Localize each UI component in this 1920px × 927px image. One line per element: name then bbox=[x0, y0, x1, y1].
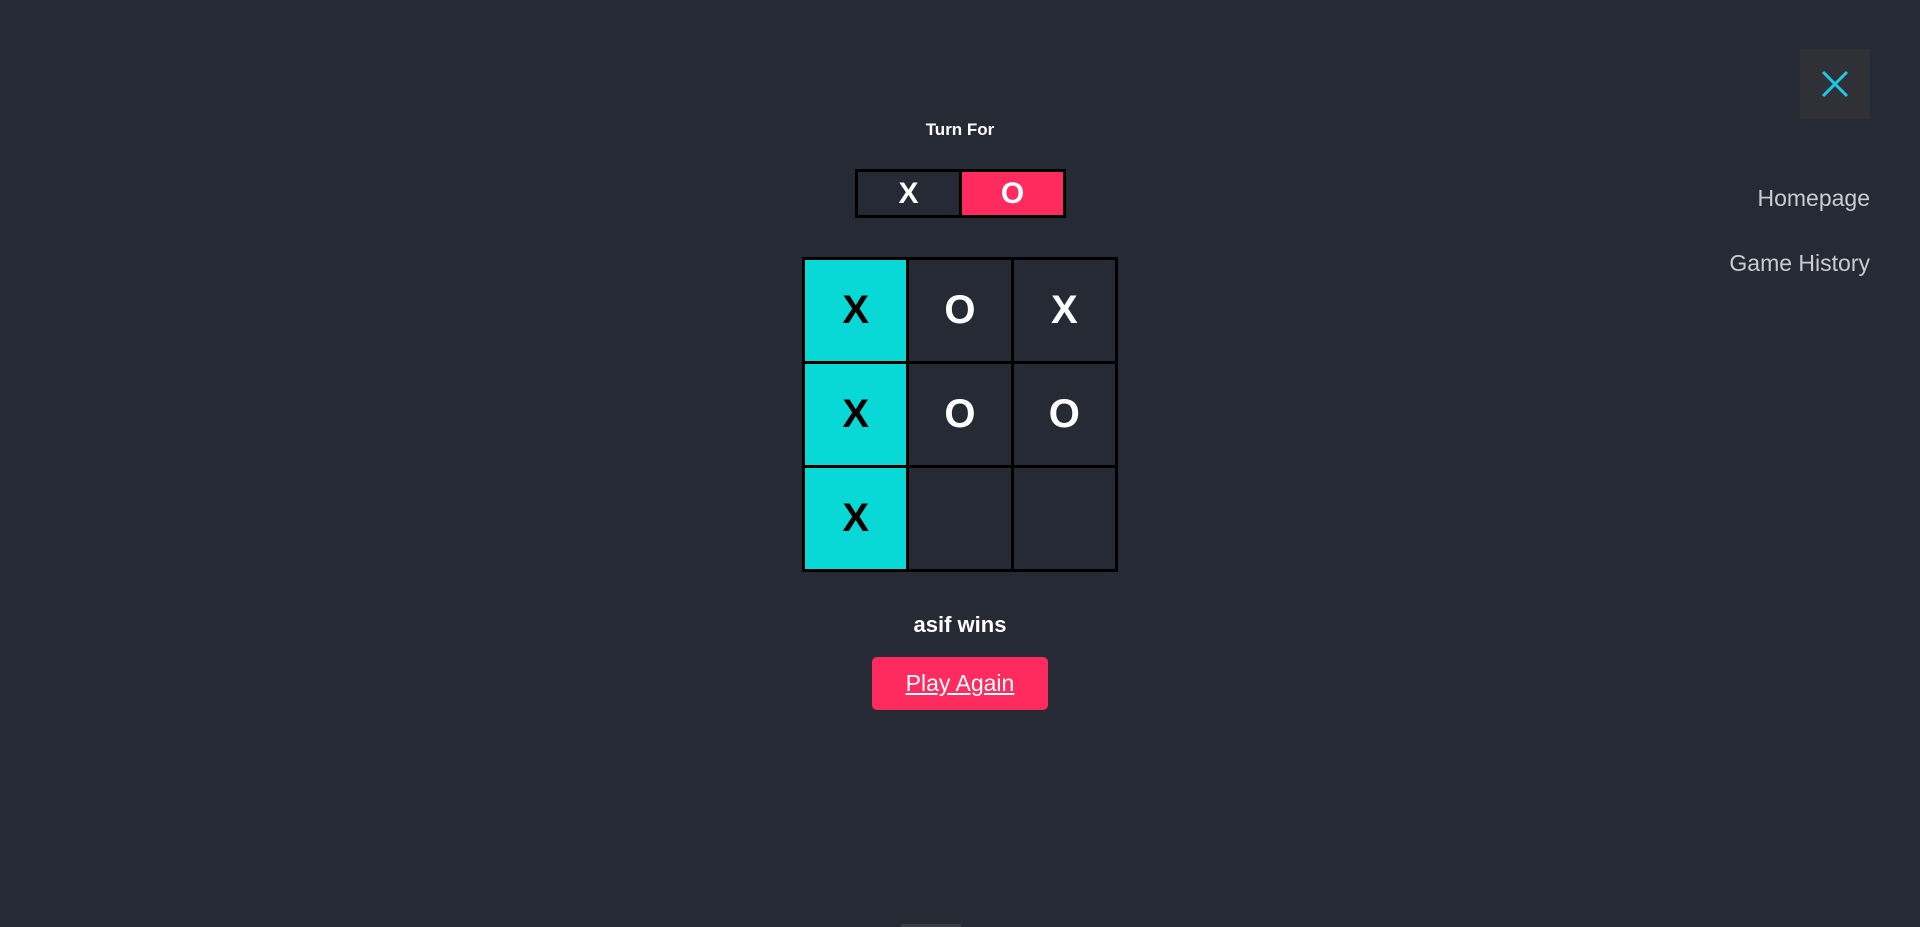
game-result: asif wins bbox=[913, 612, 1007, 637]
turn-indicator: X O bbox=[855, 169, 1066, 218]
nav-game-history-link[interactable]: Game History bbox=[1729, 249, 1870, 277]
turn-label: Turn For bbox=[925, 120, 995, 139]
board-cell-4[interactable]: X bbox=[805, 364, 907, 465]
turn-option-o: O bbox=[962, 172, 1063, 215]
board-cell-1[interactable]: X bbox=[805, 260, 907, 361]
play-again-button[interactable]: Play Again bbox=[872, 657, 1048, 710]
game-page: Homepage Game History Turn For X O X O X… bbox=[0, 0, 1920, 927]
turn-option-x: X bbox=[858, 172, 962, 215]
board-cell-8[interactable] bbox=[909, 468, 1011, 569]
board-cell-2[interactable]: O bbox=[909, 260, 1011, 361]
board-cell-6[interactable]: O bbox=[1013, 364, 1115, 465]
board-cell-7[interactable]: X bbox=[805, 468, 907, 569]
side-nav: Homepage Game History bbox=[1729, 184, 1870, 314]
nav-homepage-link[interactable]: Homepage bbox=[1757, 184, 1870, 212]
close-button[interactable] bbox=[1800, 49, 1870, 119]
board-cell-9[interactable] bbox=[1013, 468, 1115, 569]
close-icon bbox=[1821, 70, 1849, 98]
board-cell-3[interactable]: X bbox=[1013, 260, 1115, 361]
game-board: X O X X O O X bbox=[802, 257, 1118, 572]
board-cell-5[interactable]: O bbox=[909, 364, 1011, 465]
